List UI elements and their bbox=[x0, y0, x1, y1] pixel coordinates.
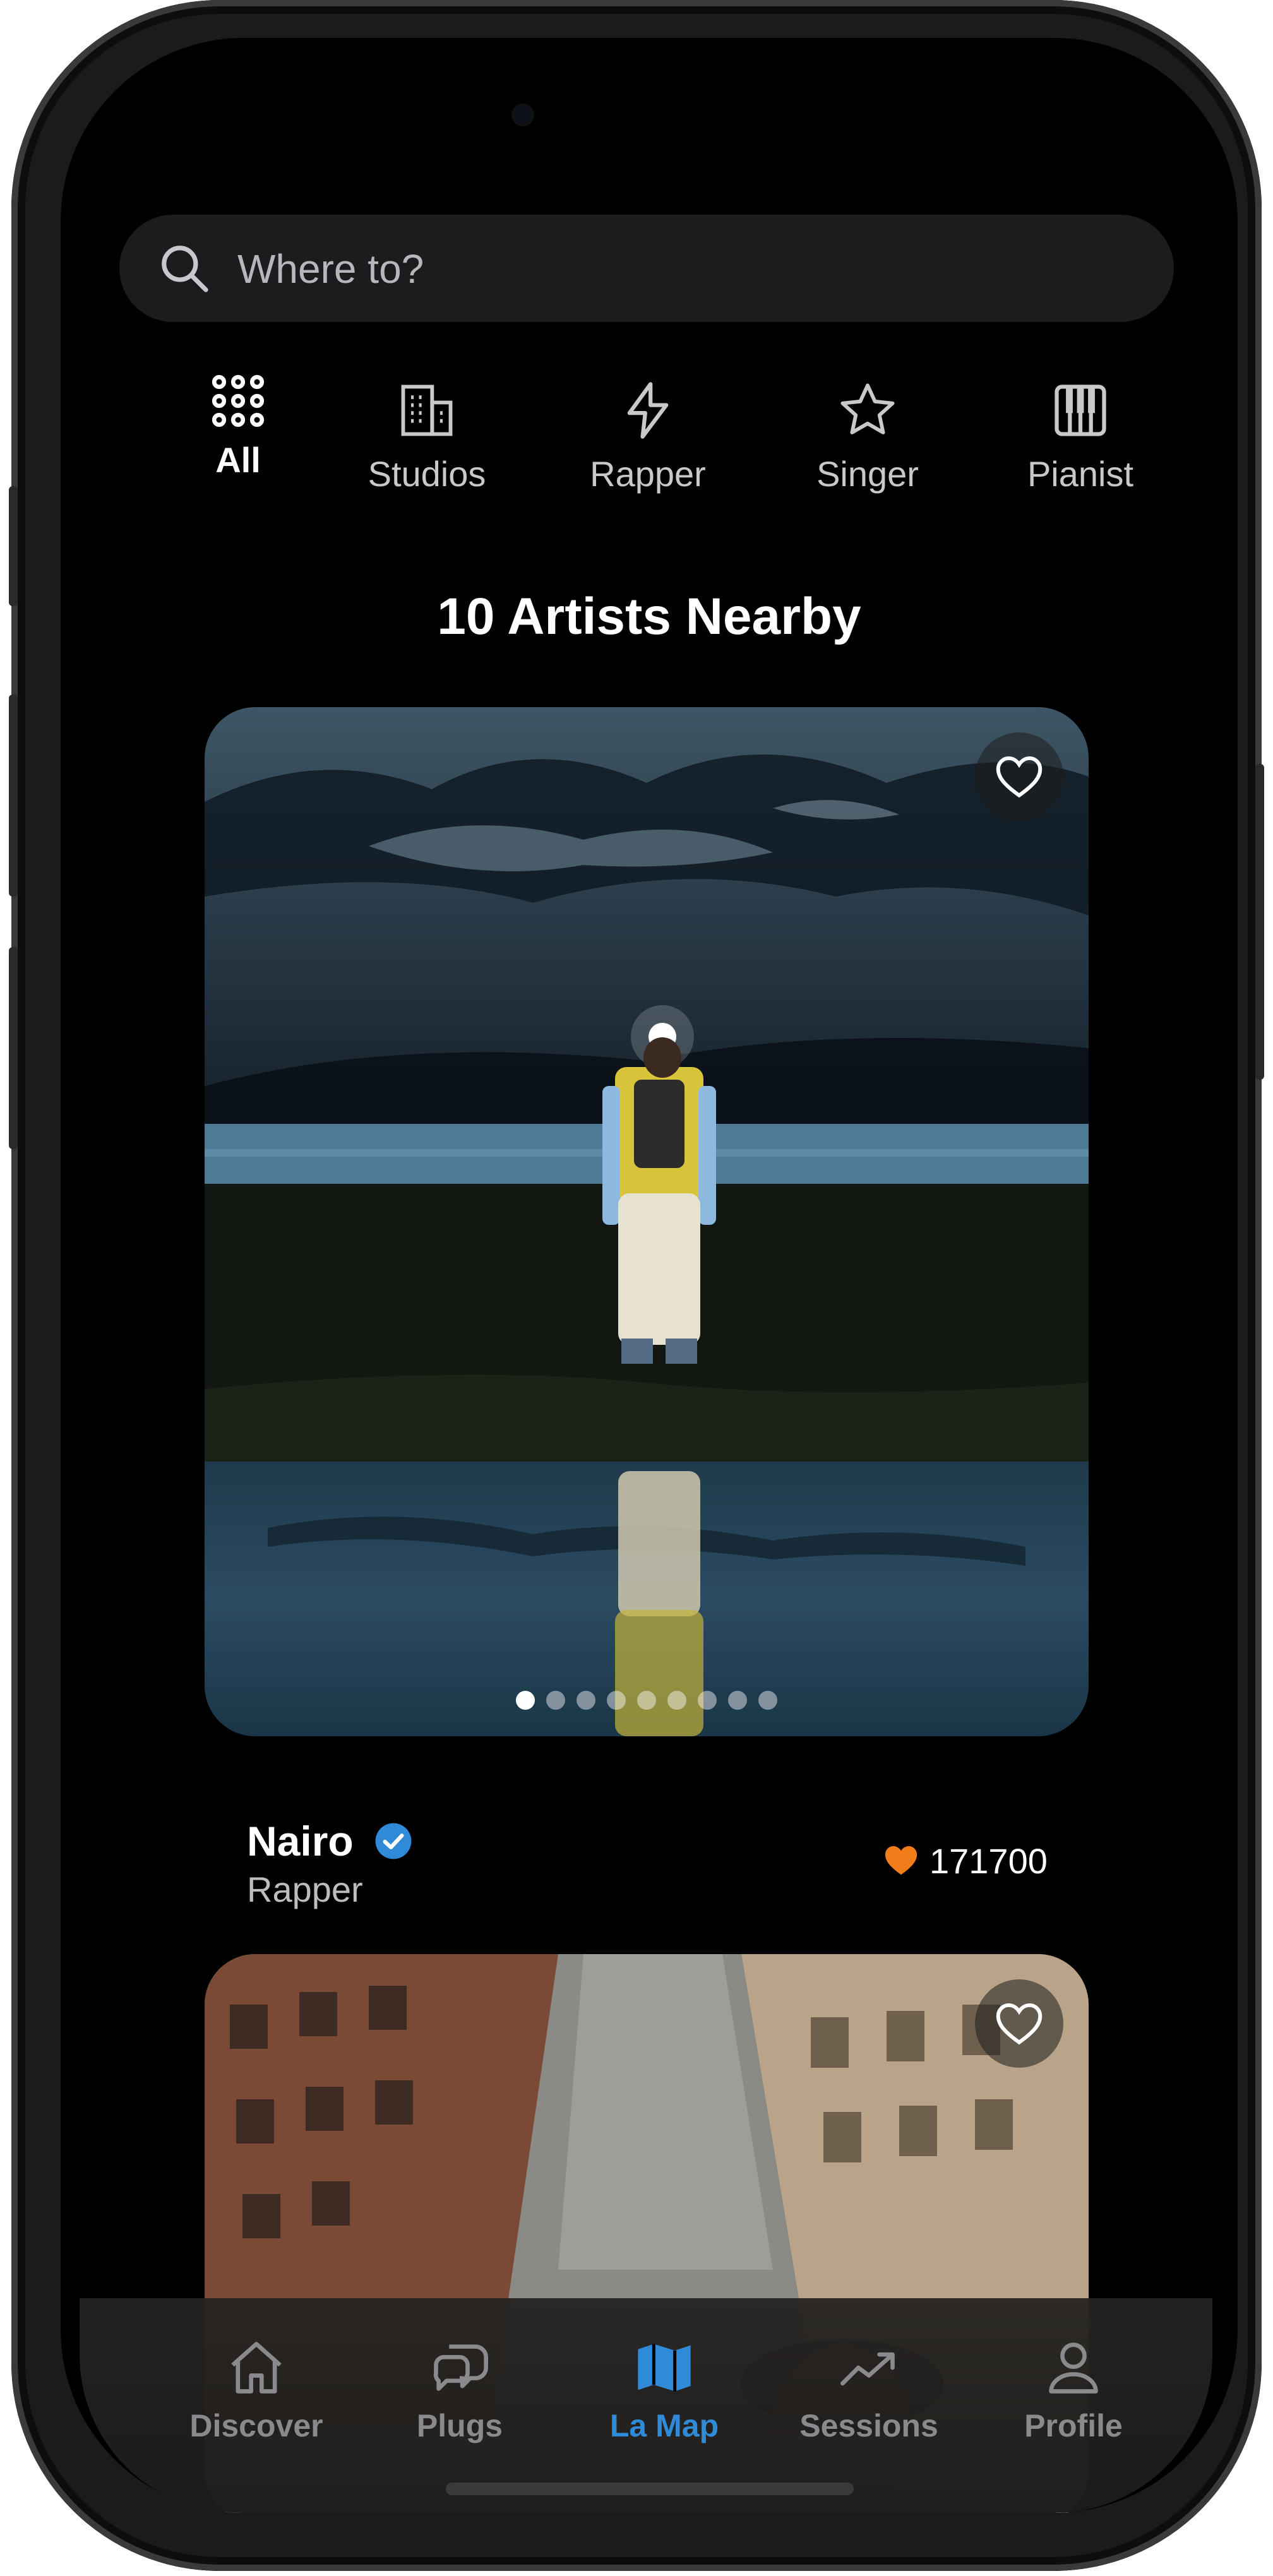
pagination-dot[interactable] bbox=[728, 1691, 747, 1710]
volume-up-button bbox=[9, 695, 18, 897]
pagination-dot[interactable] bbox=[516, 1691, 535, 1710]
category-label: Pianist bbox=[1027, 454, 1134, 494]
pagination-dot[interactable] bbox=[667, 1691, 686, 1710]
app-screen: All Studios Rapper Singer bbox=[61, 38, 1238, 2513]
favorite-button[interactable] bbox=[975, 732, 1063, 821]
heart-outline-icon bbox=[996, 2003, 1043, 2045]
artist-photo-lake bbox=[205, 707, 1089, 1736]
like-count: 171700 bbox=[882, 1840, 1048, 1881]
tab-plugs[interactable]: Plugs bbox=[365, 2336, 554, 2444]
home-icon bbox=[231, 2342, 282, 2394]
trend-icon bbox=[840, 2352, 895, 2386]
tab-label: La Map bbox=[609, 2408, 719, 2443]
power-button bbox=[1255, 764, 1264, 1080]
chat-bubbles-icon bbox=[433, 2344, 488, 2391]
category-pianist[interactable]: Pianist bbox=[1001, 379, 1159, 494]
category-label: Singer bbox=[816, 454, 919, 494]
heart-outline-icon bbox=[996, 756, 1043, 798]
verified-badge-icon bbox=[375, 1823, 412, 1859]
front-camera bbox=[514, 106, 532, 124]
search-icon bbox=[162, 246, 208, 292]
category-rapper[interactable]: Rapper bbox=[572, 379, 724, 494]
search-bar[interactable] bbox=[119, 215, 1174, 322]
pagination-dot[interactable] bbox=[698, 1691, 717, 1710]
pagination-dot[interactable] bbox=[546, 1691, 565, 1710]
category-label: Rapper bbox=[590, 454, 706, 494]
person-icon bbox=[1049, 2342, 1098, 2394]
pagination-dot[interactable] bbox=[758, 1691, 777, 1710]
pagination-dot[interactable] bbox=[577, 1691, 595, 1710]
tab-profile[interactable]: Profile bbox=[979, 2336, 1168, 2444]
tab-label: Profile bbox=[1024, 2408, 1123, 2443]
pagination-dot[interactable] bbox=[637, 1691, 656, 1710]
tab-label: Sessions bbox=[799, 2408, 938, 2443]
map-icon bbox=[638, 2344, 691, 2392]
tab-la-map[interactable]: La Map bbox=[570, 2336, 759, 2444]
tab-label: Plugs bbox=[416, 2408, 503, 2443]
grid-dots-icon bbox=[212, 374, 265, 427]
home-indicator[interactable] bbox=[446, 2483, 854, 2495]
artist-name[interactable]: Nairo bbox=[247, 1817, 413, 1865]
category-all[interactable]: All bbox=[165, 373, 311, 480]
category-label: All bbox=[215, 440, 261, 480]
building-icon bbox=[401, 385, 453, 436]
mute-switch bbox=[9, 486, 18, 606]
category-studios[interactable]: Studios bbox=[345, 379, 509, 494]
favorite-button[interactable] bbox=[975, 1979, 1063, 2068]
heart-filled-icon bbox=[885, 1846, 917, 1875]
lightning-icon bbox=[627, 382, 669, 439]
tab-label: Discover bbox=[189, 2408, 323, 2443]
artist-role: Rapper bbox=[247, 1869, 363, 1909]
pagination-dot[interactable] bbox=[607, 1691, 626, 1710]
tab-sessions[interactable]: Sessions bbox=[774, 2336, 964, 2444]
artist-photo[interactable] bbox=[205, 707, 1089, 1736]
star-icon bbox=[840, 383, 895, 434]
artist-name-text: Nairo bbox=[247, 1818, 354, 1864]
photo-pagination[interactable] bbox=[205, 1691, 1089, 1713]
bottom-tab-bar: Discover Plugs La Map Sessions Profile bbox=[80, 2298, 1212, 2513]
volume-down-button bbox=[9, 947, 18, 1149]
search-input[interactable] bbox=[236, 240, 1123, 298]
category-singer[interactable]: Singer bbox=[792, 379, 943, 494]
piano-icon bbox=[1055, 385, 1106, 436]
phone-frame: All Studios Rapper Singer bbox=[9, 0, 1264, 2571]
tab-discover[interactable]: Discover bbox=[162, 2336, 351, 2444]
section-heading: 10 Artists Nearby bbox=[437, 588, 861, 645]
category-label: Studios bbox=[368, 454, 486, 494]
like-count-value: 171700 bbox=[929, 1841, 1048, 1881]
